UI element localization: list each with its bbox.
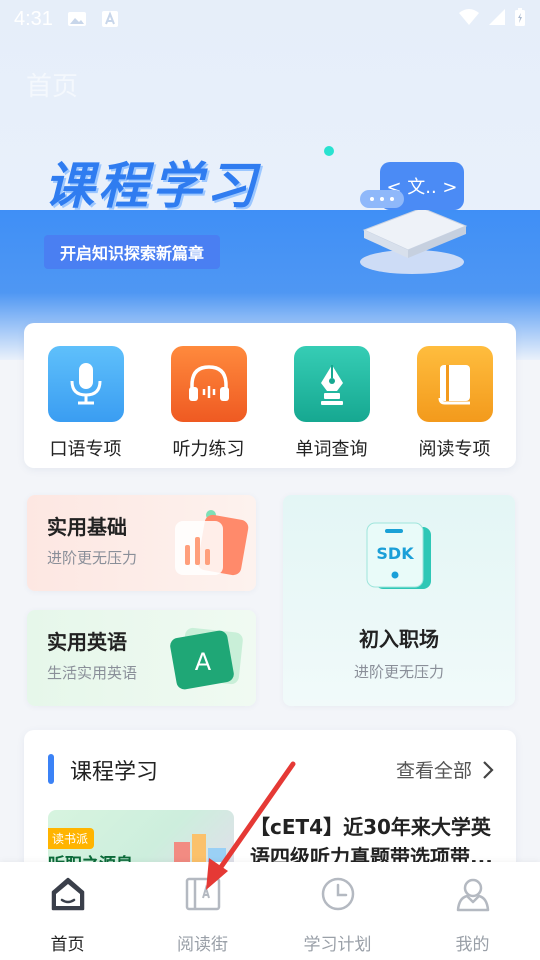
promo-subtitle: 生活实用英语 bbox=[47, 664, 138, 682]
promo-workplace[interactable]: SDK 初入职场 进阶更无压力 bbox=[283, 495, 515, 706]
section-accent-bar bbox=[48, 754, 54, 784]
promo-subtitle: 进阶更无压力 bbox=[47, 549, 138, 567]
see-all-link[interactable]: 查看全部 bbox=[396, 756, 494, 783]
book-icon bbox=[416, 346, 493, 422]
promo-title: 实用基础 bbox=[47, 515, 127, 539]
tab-home[interactable]: 首页 bbox=[0, 862, 135, 960]
promo-practical-basics[interactable]: 实用基础 进阶更无压力 bbox=[27, 495, 256, 591]
quick-action-word-lookup[interactable]: 单词查询 bbox=[270, 323, 393, 468]
translate-book-illustration: < 文.. > bbox=[360, 162, 468, 274]
status-bar: 4:31 bbox=[0, 0, 540, 38]
reading-icon bbox=[181, 872, 225, 916]
quick-action-label: 口语专项 bbox=[49, 439, 122, 460]
quick-actions-card: 口语专项 听力练习 单词查询 阅读专项 bbox=[24, 323, 516, 468]
hero-banner: 首页 课程学习 开启知识探索新篇章 < 文.. > bbox=[0, 0, 540, 360]
microphone-icon bbox=[47, 346, 124, 422]
quick-action-label: 阅读专项 bbox=[418, 439, 491, 460]
profile-icon bbox=[451, 872, 495, 916]
bar-chart-illustration bbox=[175, 510, 249, 576]
status-time: 4:31 bbox=[14, 7, 53, 30]
section-title: 课程学习 bbox=[70, 760, 159, 785]
quick-action-label: 听力练习 bbox=[172, 439, 245, 460]
quick-action-reading[interactable]: 阅读专项 bbox=[393, 323, 516, 468]
page-title: 首页 bbox=[26, 72, 79, 102]
tab-reading-street[interactable]: 阅读街 bbox=[135, 862, 270, 960]
home-icon bbox=[46, 872, 90, 916]
svg-text:A: A bbox=[195, 648, 212, 676]
tab-label: 学习计划 bbox=[303, 935, 372, 955]
promo-title: 初入职场 bbox=[359, 627, 439, 651]
tab-profile[interactable]: 我的 bbox=[405, 862, 540, 960]
headphones-icon bbox=[170, 346, 247, 422]
text-notification-icon bbox=[101, 10, 119, 28]
bottom-tab-bar: 首页 阅读街 学习计划 我的 bbox=[0, 862, 540, 960]
sdk-card-illustration: SDK bbox=[366, 522, 431, 589]
battery-icon bbox=[514, 7, 526, 32]
svg-text:SDK: SDK bbox=[376, 544, 414, 563]
tab-label: 阅读街 bbox=[177, 935, 228, 955]
tab-label: 我的 bbox=[455, 935, 490, 955]
promo-practical-english[interactable]: 实用英语 生活实用英语 A bbox=[27, 610, 256, 706]
quick-action-speaking[interactable]: 口语专项 bbox=[24, 323, 147, 468]
quick-action-label: 单词查询 bbox=[295, 439, 368, 460]
hero-subtitle: 开启知识探索新篇章 bbox=[44, 235, 221, 269]
clock-icon bbox=[316, 872, 360, 916]
promo-subtitle: 进阶更无压力 bbox=[353, 663, 444, 681]
chevron-right-icon bbox=[483, 760, 494, 779]
see-all-label: 查看全部 bbox=[395, 760, 472, 782]
wifi-icon bbox=[458, 8, 480, 31]
gallery-notification-icon bbox=[67, 10, 87, 28]
cellular-signal-icon bbox=[488, 8, 506, 31]
hero-title: 课程学习 bbox=[44, 157, 260, 215]
tab-label: 首页 bbox=[50, 935, 85, 955]
promo-title: 实用英语 bbox=[47, 630, 127, 654]
quick-action-listening[interactable]: 听力练习 bbox=[147, 323, 270, 468]
hero-dot-decoration bbox=[324, 146, 334, 156]
letter-card-illustration: A bbox=[170, 627, 243, 690]
tab-study-plan[interactable]: 学习计划 bbox=[270, 862, 405, 960]
thumbnail-tag: 读书派 bbox=[48, 828, 95, 849]
pen-nib-icon bbox=[293, 346, 370, 422]
